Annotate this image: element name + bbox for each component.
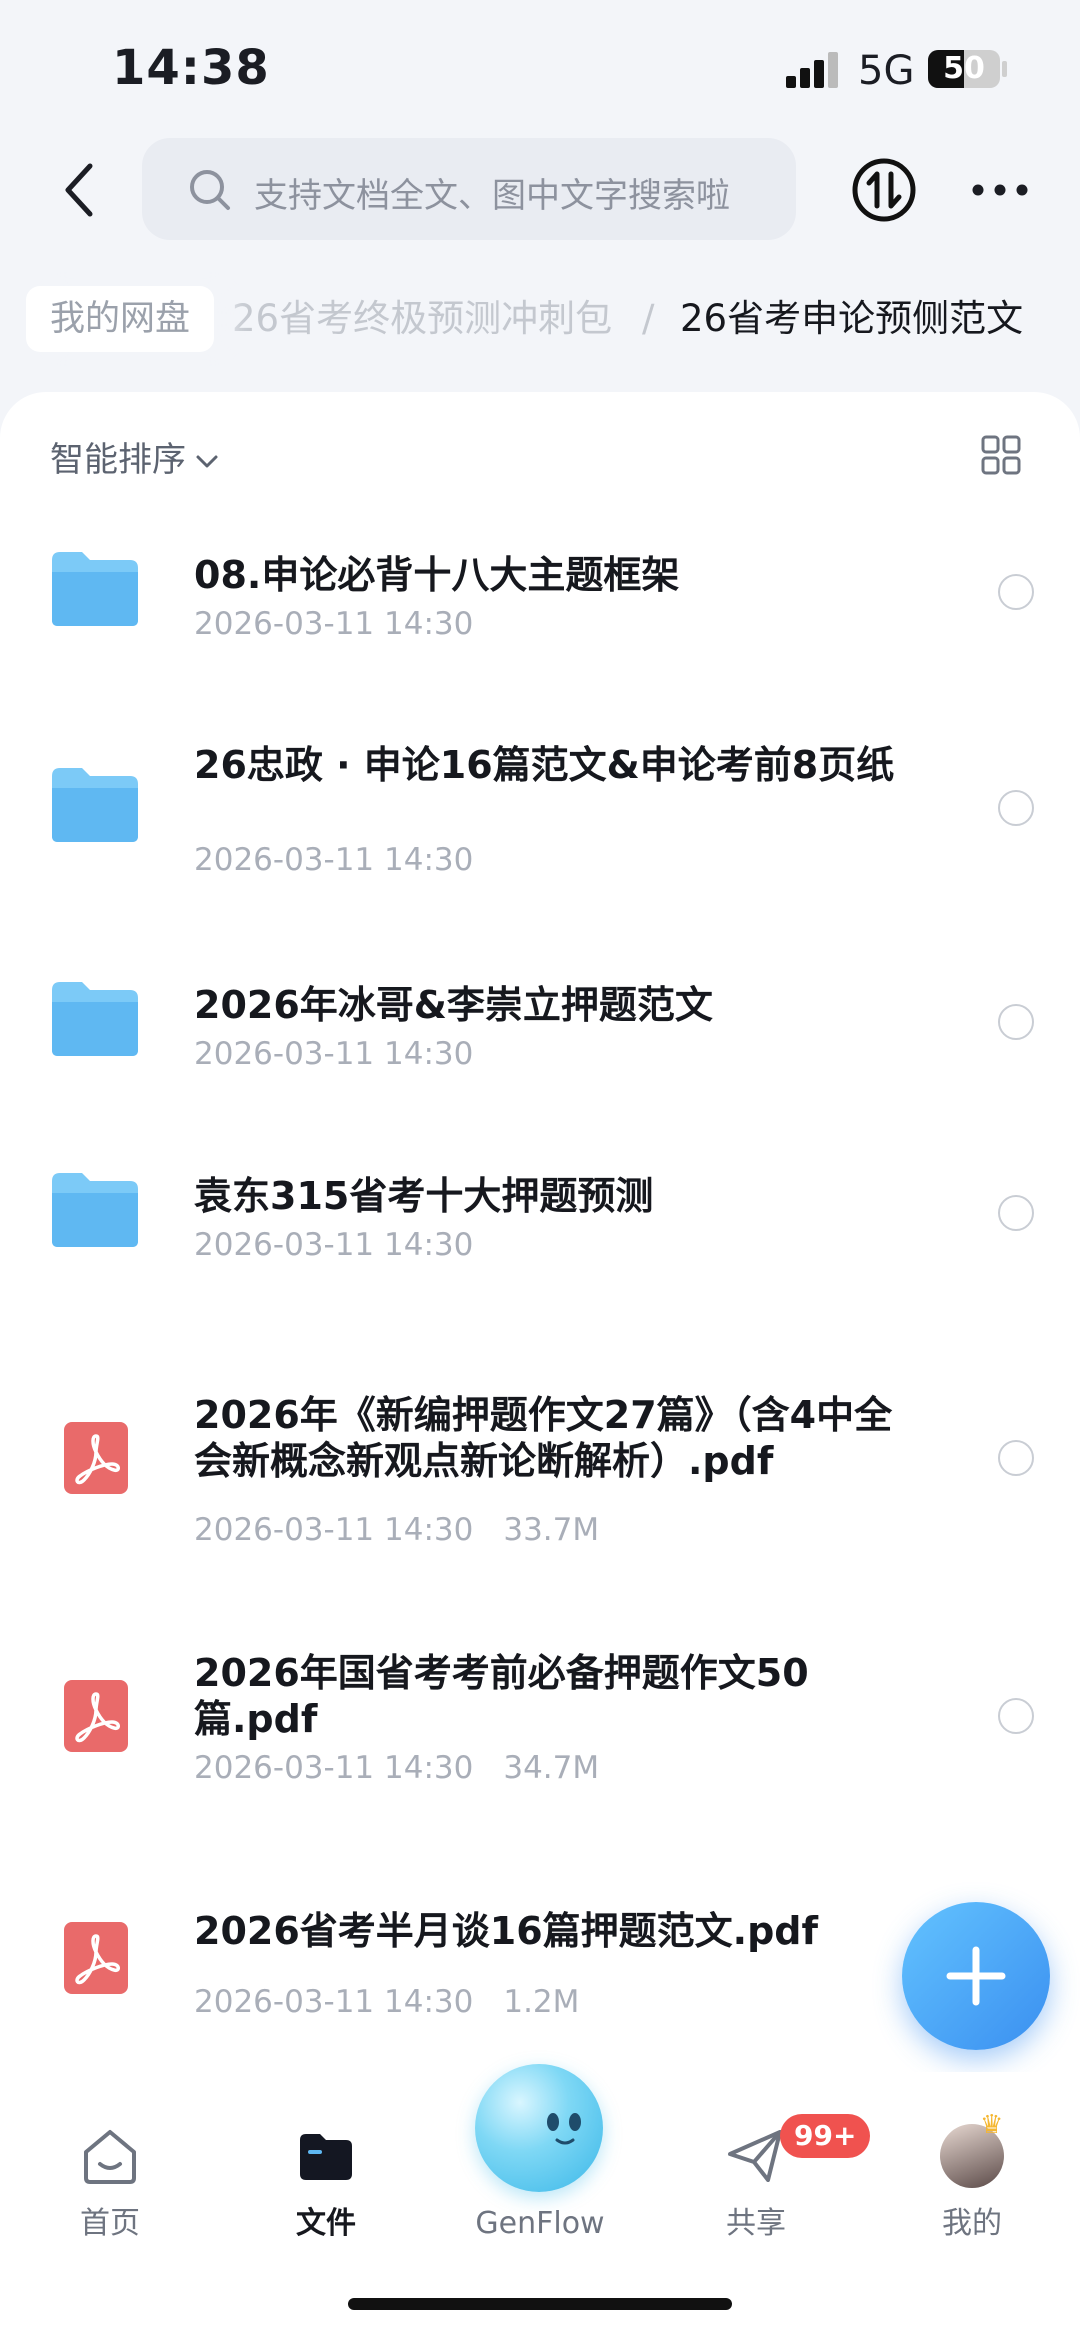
list-item[interactable]: 2026年《新编押题作文27篇》（含4中全会新概念新观点新论断解析）.pdf 2… <box>0 1392 1080 1572</box>
file-list-panel: 智能排序 08.申论必背十八大主题框架 2026-03-11 14:30 26忠… <box>0 392 1080 2072</box>
file-date: 2026-03-11 14:30 <box>194 1512 474 1548</box>
file-date: 2026-03-11 14:30 <box>194 1984 474 2020</box>
back-arrow-icon[interactable] <box>56 160 106 220</box>
file-name: 2026省考半月谈16篇押题范文.pdf <box>194 1909 819 1953</box>
breadcrumb-separator: / <box>642 297 655 340</box>
nav-share-label: 共享 <box>726 2206 786 2241</box>
breadcrumb: 我的网盘 26省考终极预测冲刺包 / 26省考申论预侧范文 <box>0 280 1080 362</box>
more-options-icon[interactable] <box>968 168 1032 212</box>
genflow-mascot-icon <box>547 2113 581 2145</box>
file-meta: 2026-03-11 14:30 33.7M <box>194 1512 599 1548</box>
folder-icon <box>52 1173 138 1247</box>
list-item[interactable]: 2026年冰哥&李崇立押题范文 2026-03-11 14:30 <box>0 982 1080 1122</box>
sort-label: 智能排序 <box>50 440 186 480</box>
nav-home-label: 首页 <box>80 2206 140 2241</box>
folder-icon <box>300 2134 352 2180</box>
sort-dropdown[interactable]: 智能排序 <box>50 432 220 481</box>
search-input[interactable]: 支持文档全文、图中文字搜索啦 <box>142 138 796 240</box>
breadcrumb-root[interactable]: 我的网盘 <box>26 286 215 352</box>
breadcrumb-current: 26省考申论预侧范文 <box>680 297 1024 340</box>
grid-view-icon[interactable] <box>980 434 1022 476</box>
genflow-button[interactable] <box>475 2064 603 2192</box>
file-meta: 2026-03-11 14:30 <box>194 1227 473 1263</box>
chevron-down-icon <box>196 455 218 467</box>
nav-files-label: 文件 <box>296 2206 356 2241</box>
file-name: 26忠政 · 申论16篇范文&申论考前8页纸 <box>194 743 895 787</box>
folder-icon <box>52 768 138 842</box>
file-name: 2026年《新编押题作文27篇》（含4中全会新概念新观点新论断解析）.pdf <box>194 1393 893 1483</box>
file-meta: 2026-03-11 14:30 <box>194 1036 473 1072</box>
status-bar: 14:38 5G 50 <box>0 0 1080 130</box>
add-button[interactable] <box>902 1902 1050 2050</box>
home-icon <box>84 2130 136 2184</box>
battery-icon: 50 <box>928 50 1000 88</box>
select-checkbox[interactable] <box>998 574 1034 610</box>
crown-icon: ♛ <box>980 2110 1004 2140</box>
battery-level: 50 <box>943 51 985 86</box>
file-meta: 2026-03-11 14:30 <box>194 842 473 878</box>
folder-icon <box>52 982 138 1056</box>
status-time: 14:38 <box>112 40 270 96</box>
file-date: 2026-03-11 14:30 <box>194 606 474 642</box>
select-checkbox[interactable] <box>998 1004 1034 1040</box>
file-name: 08.申论必背十八大主题框架 <box>194 553 680 597</box>
nav-me-label: 我的 <box>942 2206 1002 2241</box>
file-date: 2026-03-11 14:30 <box>194 842 474 878</box>
file-date: 2026-03-11 14:30 <box>194 1227 474 1263</box>
signal-icon <box>786 52 846 88</box>
transfer-icon[interactable] <box>850 156 918 224</box>
file-name: 2026年冰哥&李崇立押题范文 <box>194 983 713 1027</box>
file-size: 33.7M <box>503 1512 600 1548</box>
file-name: 2026年国省考考前必备押题作文50篇.pdf <box>194 1651 809 1741</box>
file-size: 1.2M <box>503 1984 580 2020</box>
list-item[interactable]: 2026年国省考考前必备押题作文50篇.pdf 2026-03-11 14:30… <box>0 1650 1080 1810</box>
select-checkbox[interactable] <box>998 1440 1034 1476</box>
search-icon <box>190 170 230 210</box>
select-checkbox[interactable] <box>998 1195 1034 1231</box>
pdf-icon <box>64 1422 128 1494</box>
file-name: 袁东315省考十大押题预测 <box>194 1174 654 1218</box>
search-placeholder: 支持文档全文、图中文字搜索啦 <box>254 176 730 216</box>
home-indicator <box>348 2298 732 2310</box>
pdf-icon <box>64 1922 128 1994</box>
folder-icon <box>52 552 138 626</box>
list-item[interactable]: 08.申论必背十八大主题框架 2026-03-11 14:30 <box>0 552 1080 692</box>
network-type: 5G <box>858 48 915 94</box>
breadcrumb-parent[interactable]: 26省考终极预测冲刺包 <box>232 286 612 352</box>
list-item[interactable]: 袁东315省考十大押题预测 2026-03-11 14:30 <box>0 1173 1080 1313</box>
file-meta: 2026-03-11 14:30 1.2M <box>194 1984 579 2020</box>
select-checkbox[interactable] <box>998 1698 1034 1734</box>
nav-files[interactable]: 文件 <box>256 2124 396 2242</box>
nav-genflow-label: GenFlow <box>475 2206 605 2241</box>
nav-home[interactable]: 首页 <box>40 2124 180 2242</box>
notification-badge: 99+ <box>780 2114 871 2158</box>
file-meta: 2026-03-11 14:30 34.7M <box>194 1750 599 1786</box>
pdf-icon <box>64 1680 128 1752</box>
plus-icon <box>946 1946 1006 2006</box>
send-icon <box>728 2130 782 2182</box>
file-size: 34.7M <box>503 1750 600 1786</box>
list-item[interactable]: 26忠政 · 申论16篇范文&申论考前8页纸 2026-03-11 14:30 <box>0 742 1080 902</box>
file-meta: 2026-03-11 14:30 <box>194 606 473 642</box>
file-date: 2026-03-11 14:30 <box>194 1750 474 1786</box>
select-checkbox[interactable] <box>998 790 1034 826</box>
file-date: 2026-03-11 14:30 <box>194 1036 474 1072</box>
